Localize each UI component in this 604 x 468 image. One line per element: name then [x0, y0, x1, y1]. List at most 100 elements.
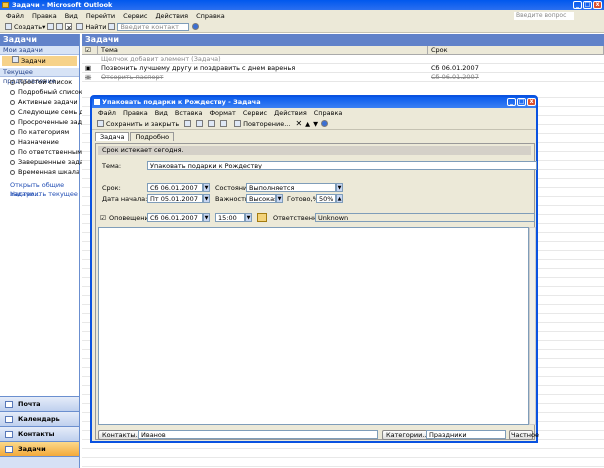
- categories-field[interactable]: Праздники: [426, 430, 506, 439]
- column-headers: ☑ Тема Срок: [82, 46, 604, 55]
- start-date-dropdown-icon[interactable]: ▼: [203, 194, 210, 203]
- reminder-date-field[interactable]: Сб 06.01.2007: [147, 213, 203, 222]
- start-date-field[interactable]: Пт 05.01.2007: [147, 194, 203, 203]
- menu-view[interactable]: Вид: [65, 12, 78, 20]
- help-icon[interactable]: [192, 23, 200, 30]
- view-detailed-list[interactable]: Подробный список: [0, 87, 83, 97]
- open-shared-tasks-link[interactable]: Открыть общие задачи...: [0, 181, 79, 198]
- menu-file[interactable]: Файл: [6, 12, 24, 20]
- my-tasks-header[interactable]: Мои задачи: [0, 46, 79, 55]
- percent-spinner-icon[interactable]: ▲: [336, 194, 343, 203]
- reminder-checkbox[interactable]: ☑: [100, 214, 106, 223]
- menu-help[interactable]: Справка: [196, 12, 225, 20]
- view-assignment[interactable]: Назначение: [0, 137, 79, 147]
- status-dropdown-icon[interactable]: ▼: [336, 183, 343, 192]
- dialog-close-icon[interactable]: x: [527, 98, 536, 106]
- notes-scrollbar[interactable]: [529, 227, 536, 425]
- tab-details[interactable]: Подробно: [130, 132, 175, 141]
- task-form: Срок истекает сегодня. Тема: Упаковать п…: [95, 143, 539, 440]
- attach-icon[interactable]: [184, 120, 192, 127]
- percent-complete-field[interactable]: 50%: [316, 194, 336, 203]
- view-by-category[interactable]: По категориям: [0, 127, 79, 137]
- subject-column-header[interactable]: Тема: [98, 46, 428, 54]
- dialog-menu-file[interactable]: Файл: [98, 108, 116, 118]
- arrow-down-icon[interactable]: ▼: [313, 120, 318, 128]
- save-close-button[interactable]: Сохранить и закрыть: [95, 119, 181, 129]
- tasks-icon: [5, 446, 13, 453]
- paste-icon[interactable]: [220, 120, 228, 127]
- view-simple-list[interactable]: Простой список: [0, 77, 79, 87]
- subject-field[interactable]: Упаковать подарки к Рождеству: [147, 161, 537, 170]
- start-label: Дата начала:: [102, 195, 148, 203]
- view-overdue-tasks[interactable]: Просроченные задачи: [0, 117, 94, 127]
- customize-view-link[interactable]: Настроить текущее представление...: [0, 190, 79, 199]
- info-bar: Срок истекает сегодня.: [98, 146, 531, 155]
- address-book-icon[interactable]: [108, 23, 116, 30]
- due-date-field[interactable]: Сб 06.01.2007: [147, 183, 203, 192]
- contact-search-input[interactable]: Введите контакт: [117, 22, 190, 31]
- priority-select[interactable]: Высокая: [246, 194, 276, 203]
- print-icon[interactable]: [47, 23, 55, 30]
- nav-contacts[interactable]: Контакты: [0, 426, 79, 441]
- dialog-menu-actions[interactable]: Действия: [274, 108, 307, 118]
- nav-tasks[interactable]: Задачи: [0, 441, 79, 456]
- dialog-menu-edit[interactable]: Правка: [123, 108, 148, 118]
- create-button[interactable]: Создать ▾: [3, 22, 47, 32]
- delete-icon[interactable]: ✕: [295, 119, 302, 128]
- current-view-header[interactable]: Текущее представление: [0, 68, 79, 85]
- dialog-menu-format[interactable]: Формат: [209, 108, 235, 118]
- contacts-field[interactable]: Иванов: [138, 430, 378, 439]
- view-next-seven-days[interactable]: Следующие семь дней: [0, 107, 96, 117]
- tasks-folder[interactable]: Задачи: [2, 56, 77, 66]
- speaker-icon[interactable]: [257, 213, 267, 222]
- dialog-toolbar: Сохранить и закрыть Повторение... ✕ ▲ ▼: [92, 118, 536, 130]
- nav-calendar[interactable]: Календарь: [0, 411, 79, 426]
- find-button[interactable]: Найти: [74, 22, 108, 32]
- delete-icon[interactable]: ✕: [65, 23, 73, 32]
- categories-button[interactable]: Категории...: [382, 430, 433, 440]
- priority-dropdown-icon[interactable]: ▼: [276, 194, 283, 203]
- close-icon[interactable]: x: [593, 1, 602, 9]
- menu-go[interactable]: Перейти: [86, 12, 115, 20]
- list-title: Задачи: [82, 34, 604, 46]
- new-task-icon: [5, 23, 12, 30]
- copy-icon[interactable]: [208, 120, 216, 127]
- new-task-row[interactable]: Щелчок добавит элемент (Задача): [82, 55, 604, 64]
- menu-edit[interactable]: Правка: [32, 12, 57, 20]
- dialog-menu-tools[interactable]: Сервис: [243, 108, 267, 118]
- dialog-menu-insert[interactable]: Вставка: [175, 108, 203, 118]
- reminder-time-dropdown-icon[interactable]: ▼: [245, 213, 252, 222]
- tab-task[interactable]: Задача: [95, 132, 130, 141]
- notes-textarea[interactable]: [98, 227, 529, 425]
- reminder-time-field[interactable]: 15:00: [215, 213, 245, 222]
- menu-tools[interactable]: Сервис: [123, 12, 147, 20]
- dialog-minimize-icon[interactable]: _: [507, 98, 516, 106]
- dialog-menu-help[interactable]: Справка: [314, 108, 343, 118]
- view-completed-tasks[interactable]: Завершенные задачи: [0, 157, 92, 167]
- dialog-menu-view[interactable]: Вид: [155, 108, 168, 118]
- help-search-input[interactable]: Введите вопрос: [514, 12, 574, 20]
- move-icon[interactable]: [56, 23, 64, 30]
- table-row[interactable]: ▣ Отсорить паспорт Сб 06.01.2007: [82, 73, 604, 82]
- recurrence-icon: [234, 120, 242, 127]
- status-select[interactable]: Выполняется: [246, 183, 336, 192]
- cut-icon[interactable]: [196, 120, 204, 127]
- view-timeline[interactable]: Временная шкала для задач: [0, 167, 79, 177]
- dialog-maximize-icon[interactable]: □: [517, 98, 526, 106]
- maximize-icon[interactable]: □: [583, 1, 592, 9]
- due-column-header[interactable]: Срок: [428, 46, 604, 54]
- view-active-tasks[interactable]: Активные задачи: [0, 97, 79, 107]
- dialog-title: Упаковать подарки к Рождеству - Задача: [102, 98, 261, 106]
- reminder-date-dropdown-icon[interactable]: ▼: [203, 213, 210, 222]
- due-date-dropdown-icon[interactable]: ▼: [203, 183, 210, 192]
- view-by-person[interactable]: По ответственным: [0, 147, 82, 157]
- menu-actions[interactable]: Действия: [155, 12, 188, 20]
- minimize-icon[interactable]: _: [573, 1, 582, 9]
- recurrence-button[interactable]: Повторение...: [232, 119, 292, 129]
- private-checkbox[interactable]: Частное: [509, 430, 539, 440]
- arrow-up-icon[interactable]: ▲: [305, 120, 310, 128]
- help-icon[interactable]: [321, 120, 329, 127]
- nav-mail[interactable]: Почта: [0, 396, 79, 411]
- checkbox-column-header[interactable]: ☑: [82, 46, 98, 54]
- table-row[interactable]: ▣ Позвонить лучшему другу и поздравить с…: [82, 64, 604, 73]
